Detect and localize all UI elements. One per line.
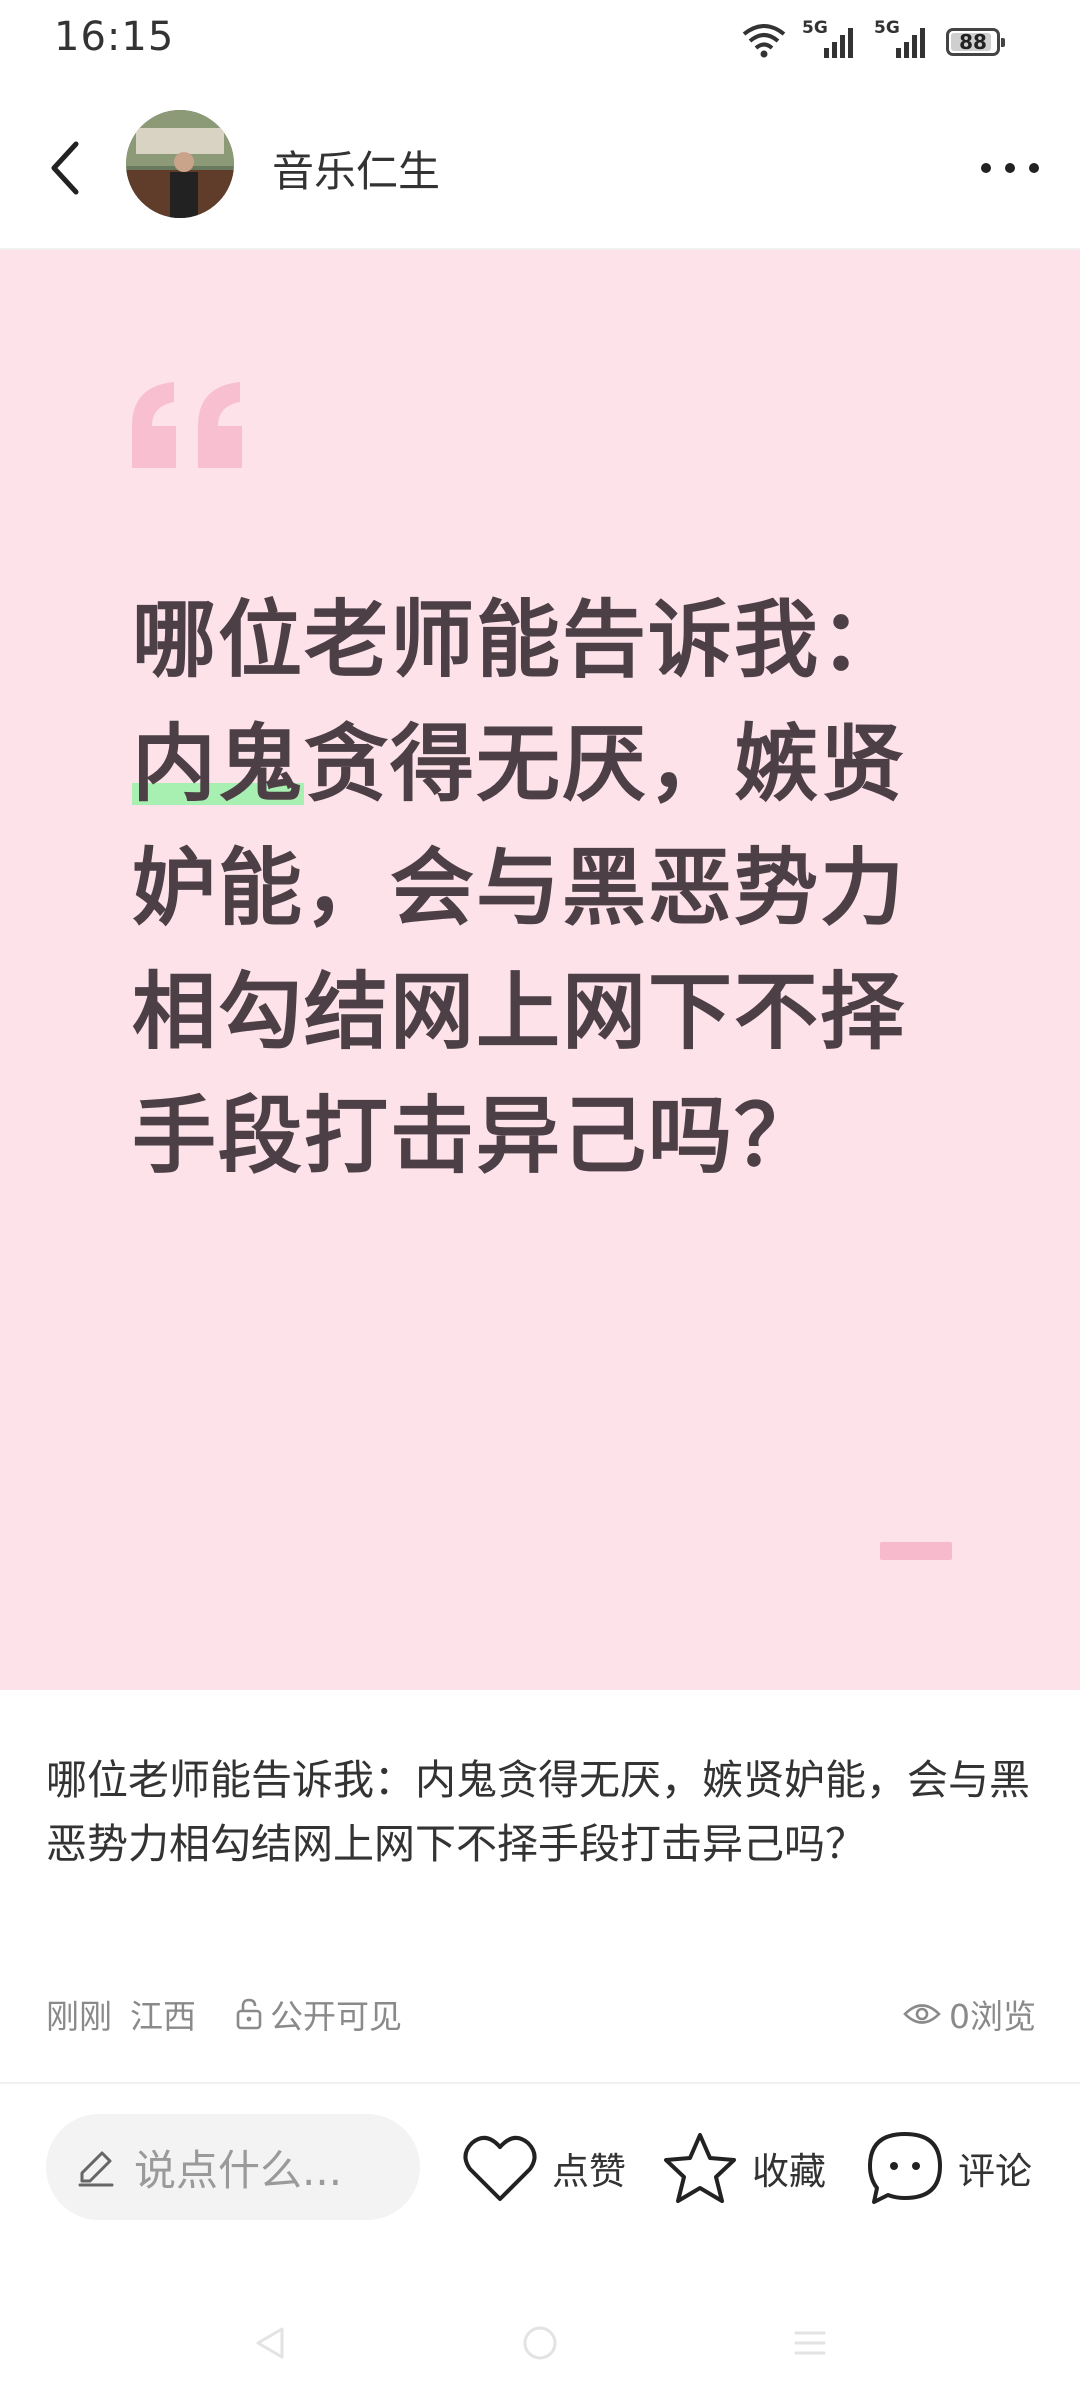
quote-mark-icon	[132, 382, 242, 468]
status-icons: 5G 5G 88	[740, 18, 1005, 64]
quote-text: 哪位老师能告诉我：内鬼贪得无厌，嫉贤妒能，会与黑恶势力相勾结网上网下不择手段打击…	[132, 578, 932, 1198]
nav-home-button[interactable]	[510, 2318, 570, 2368]
like-button[interactable]: 点赞	[462, 2128, 626, 2208]
signal-icon: 5G	[802, 18, 860, 62]
post-time: 刚刚	[46, 1997, 112, 2036]
avatar[interactable]	[126, 110, 234, 218]
favorite-label: 收藏	[752, 2150, 826, 2193]
eye-icon	[903, 2004, 941, 2024]
chevron-left-icon	[51, 141, 79, 195]
username[interactable]: 音乐仁生	[272, 138, 440, 199]
back-button[interactable]	[36, 128, 92, 208]
nav-back-button[interactable]	[240, 2318, 300, 2368]
favorite-button[interactable]: 收藏	[662, 2128, 826, 2208]
visibility-info: 公开可见	[234, 1990, 402, 2038]
comment-button[interactable]: 评论	[866, 2128, 1032, 2208]
card-decoration	[880, 1542, 952, 1560]
circle-home-icon	[523, 2326, 557, 2360]
menu-icon	[794, 2331, 826, 2355]
post-description: 哪位老师能告诉我：内鬼贪得无厌，嫉贤妒能，会与黑恶势力相勾结网上网下不择手段打击…	[46, 1756, 1030, 1868]
battery-level: 88	[959, 30, 987, 54]
divider	[0, 2082, 1080, 2084]
system-nav-bar	[0, 2288, 1080, 2388]
status-bar: 16:15 5G 5G 88	[0, 0, 1080, 80]
like-label: 点赞	[552, 2150, 626, 2193]
top-app-bar: 音乐仁生	[0, 90, 1080, 250]
post-location: 江西	[130, 1997, 196, 2036]
quote-text-before: 哪位老师能告诉我：	[132, 591, 907, 689]
view-count-label: 0浏览	[949, 1997, 1036, 2036]
comment-label: 评论	[958, 2150, 1032, 2193]
more-icon	[981, 163, 1039, 173]
triangle-back-icon	[256, 2327, 284, 2359]
comment-bubble-icon	[868, 2132, 942, 2204]
heart-icon	[463, 2135, 537, 2201]
quote-card[interactable]: 哪位老师能告诉我：内鬼贪得无厌，嫉贤妒能，会与黑恶势力相勾结网上网下不择手段打击…	[0, 250, 1080, 1690]
nav-menu-button[interactable]	[780, 2318, 840, 2368]
signal-icon-2: 5G	[874, 18, 932, 62]
comment-placeholder: 说点什么...	[134, 2145, 343, 2195]
visibility-label: 公开可见	[270, 1997, 402, 2036]
star-icon	[664, 2133, 736, 2203]
more-button[interactable]	[970, 138, 1050, 198]
wifi-icon	[740, 20, 788, 64]
view-count: 0浏览	[903, 1990, 1036, 2038]
quote-text-highlight: 内鬼	[132, 715, 305, 813]
pencil-icon	[78, 2151, 114, 2187]
status-time: 16:15	[54, 14, 175, 60]
battery-icon: 88	[946, 28, 1005, 56]
post-meta: 刚刚 江西 公开可见 0浏览	[46, 1990, 1036, 2040]
unlock-icon	[236, 1998, 262, 2030]
comment-input[interactable]: 说点什么...	[46, 2114, 420, 2220]
